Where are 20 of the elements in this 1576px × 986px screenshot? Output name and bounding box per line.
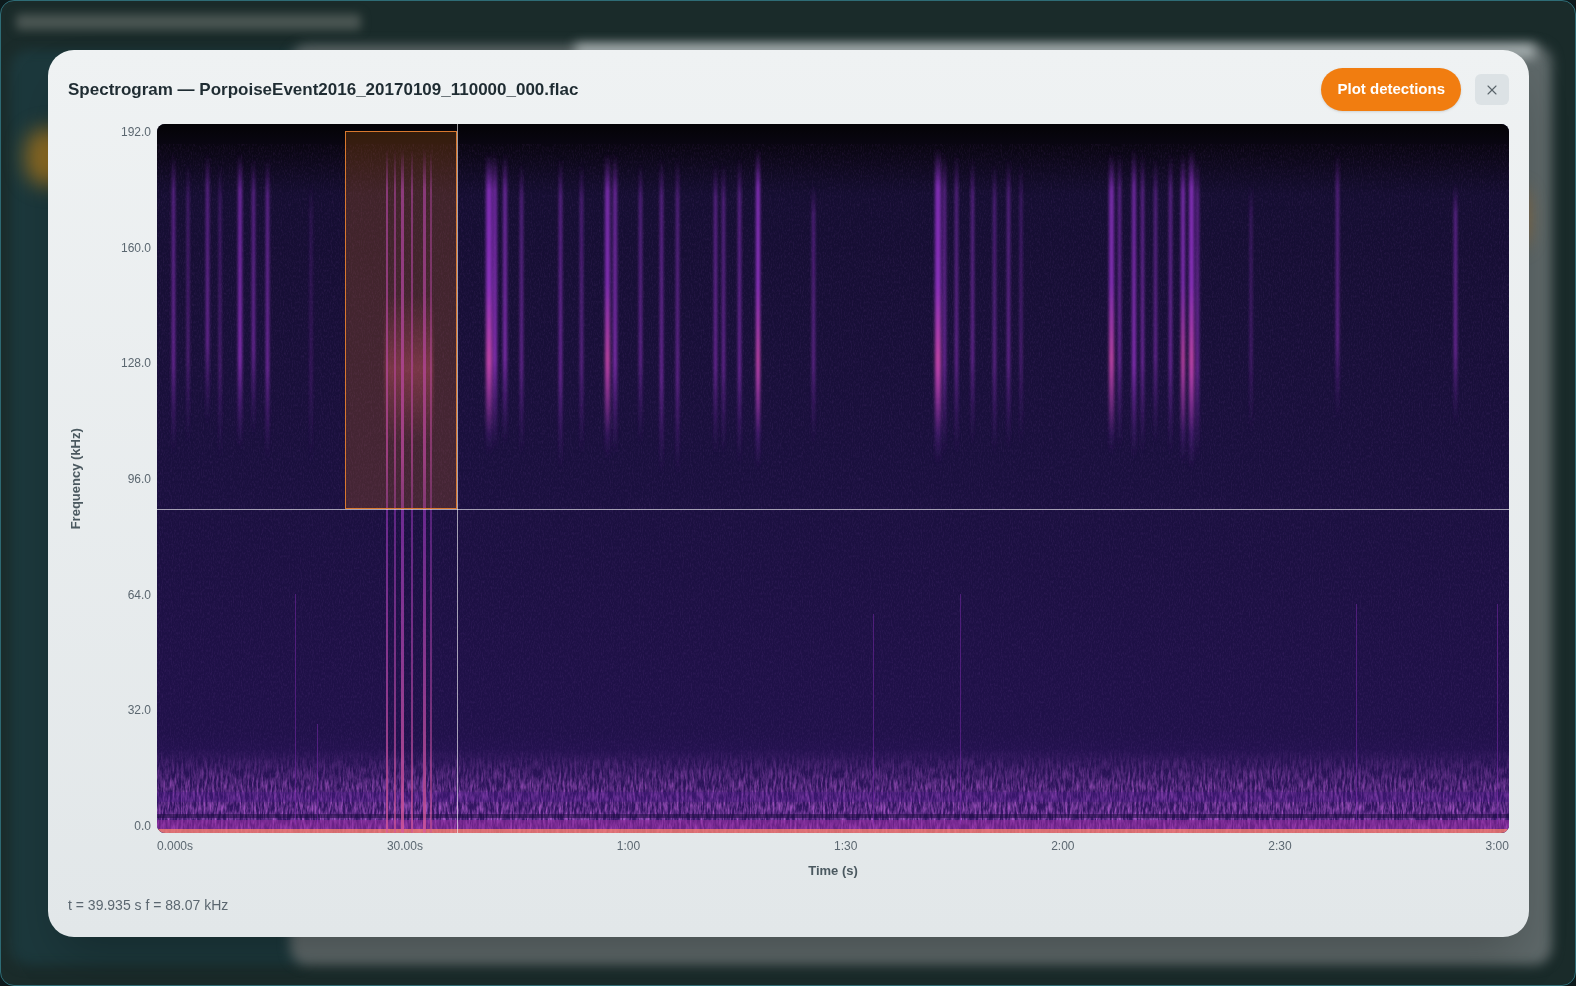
x-tick-label: 3:00 [1485, 839, 1509, 853]
x-tick-label: 1:00 [616, 839, 641, 853]
x-tick-label: 2:30 [1268, 839, 1292, 853]
plot-detections-button[interactable]: Plot detections [1321, 68, 1461, 111]
dialog-title: Spectrogram — PorpoiseEvent2016_20170109_110000_000.flac [68, 78, 579, 101]
x-tick-label: 1:30 [833, 839, 858, 853]
cursor-readout: t = 39.935 s f = 88.07 kHz [68, 897, 229, 913]
x-tick-label: 30.00s [386, 839, 423, 853]
y-tick-label: 32.0 [127, 703, 151, 718]
y-tick-label: 64.0 [127, 587, 151, 602]
x-tick-label: 0.000s [157, 839, 194, 853]
x-tick-label: 2:00 [1051, 839, 1075, 853]
y-tick-label: 96.0 [127, 471, 151, 486]
y-tick-label: 160.0 [120, 240, 151, 255]
y-axis-title: Frequency (kHz) [67, 427, 85, 530]
y-tick-label: 192.0 [120, 125, 151, 139]
y-tick-label: 0.0 [134, 818, 151, 833]
y-tick-label: 128.0 [120, 356, 151, 371]
x-axis-title: Time (s) [808, 863, 858, 879]
close-button[interactable] [1475, 74, 1509, 105]
